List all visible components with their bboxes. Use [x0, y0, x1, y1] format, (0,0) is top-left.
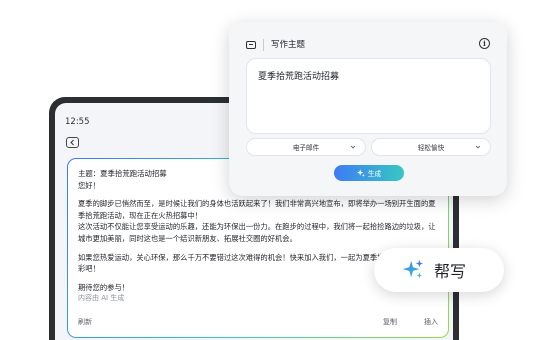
email-paragraph: 这次活动不仅能让您享受运动的乐趣，还能为环保出一份力。在跑步的过程中，我们将一起… [78, 222, 436, 243]
topic-input-value: 夏季拾荒跑活动招募 [258, 72, 340, 82]
copy-button[interactable]: 复制 [383, 317, 397, 329]
chevron-down-icon [475, 145, 481, 149]
help-write-button[interactable]: 帮写 [374, 248, 504, 292]
panel-title: 写作主题 [271, 40, 306, 50]
email-paragraph: 夏季的脚步已悄然而至，是时候让我们的身体也活跃起来了！我们非常高兴地宣布，即将举… [78, 199, 436, 220]
chevron-down-icon [350, 145, 356, 149]
generate-button[interactable]: 生成 [334, 165, 404, 181]
refresh-button[interactable]: 刷新 [78, 317, 383, 329]
insert-button[interactable]: 插入 [424, 317, 438, 329]
keyboard-icon [246, 41, 256, 49]
help-write-label: 帮写 [434, 262, 467, 281]
topic-input[interactable]: 夏季拾荒跑活动招募 [246, 58, 491, 134]
sparkle-icon [402, 259, 424, 279]
type-select-value: 电子邮件 [292, 144, 320, 152]
write-topic-panel: 写作主题 i 夏季拾荒跑活动招募 电子邮件 轻松愉快 生成 [229, 22, 507, 196]
generate-label: 生成 [367, 170, 382, 178]
card-actions: 刷新 复制 插入 [78, 317, 438, 329]
back-button[interactable] [66, 137, 79, 148]
type-select[interactable]: 电子邮件 [246, 138, 366, 156]
divider [263, 39, 264, 51]
status-time: 12:55 [65, 117, 90, 127]
ai-generated-note: 内容由 AI 生成 [78, 294, 125, 303]
info-icon[interactable]: i [479, 38, 490, 49]
tone-select[interactable]: 轻松愉快 [371, 138, 491, 156]
chevron-left-icon [70, 139, 74, 146]
sparkle-icon [356, 169, 365, 177]
tone-select-value: 轻松愉快 [417, 144, 445, 152]
